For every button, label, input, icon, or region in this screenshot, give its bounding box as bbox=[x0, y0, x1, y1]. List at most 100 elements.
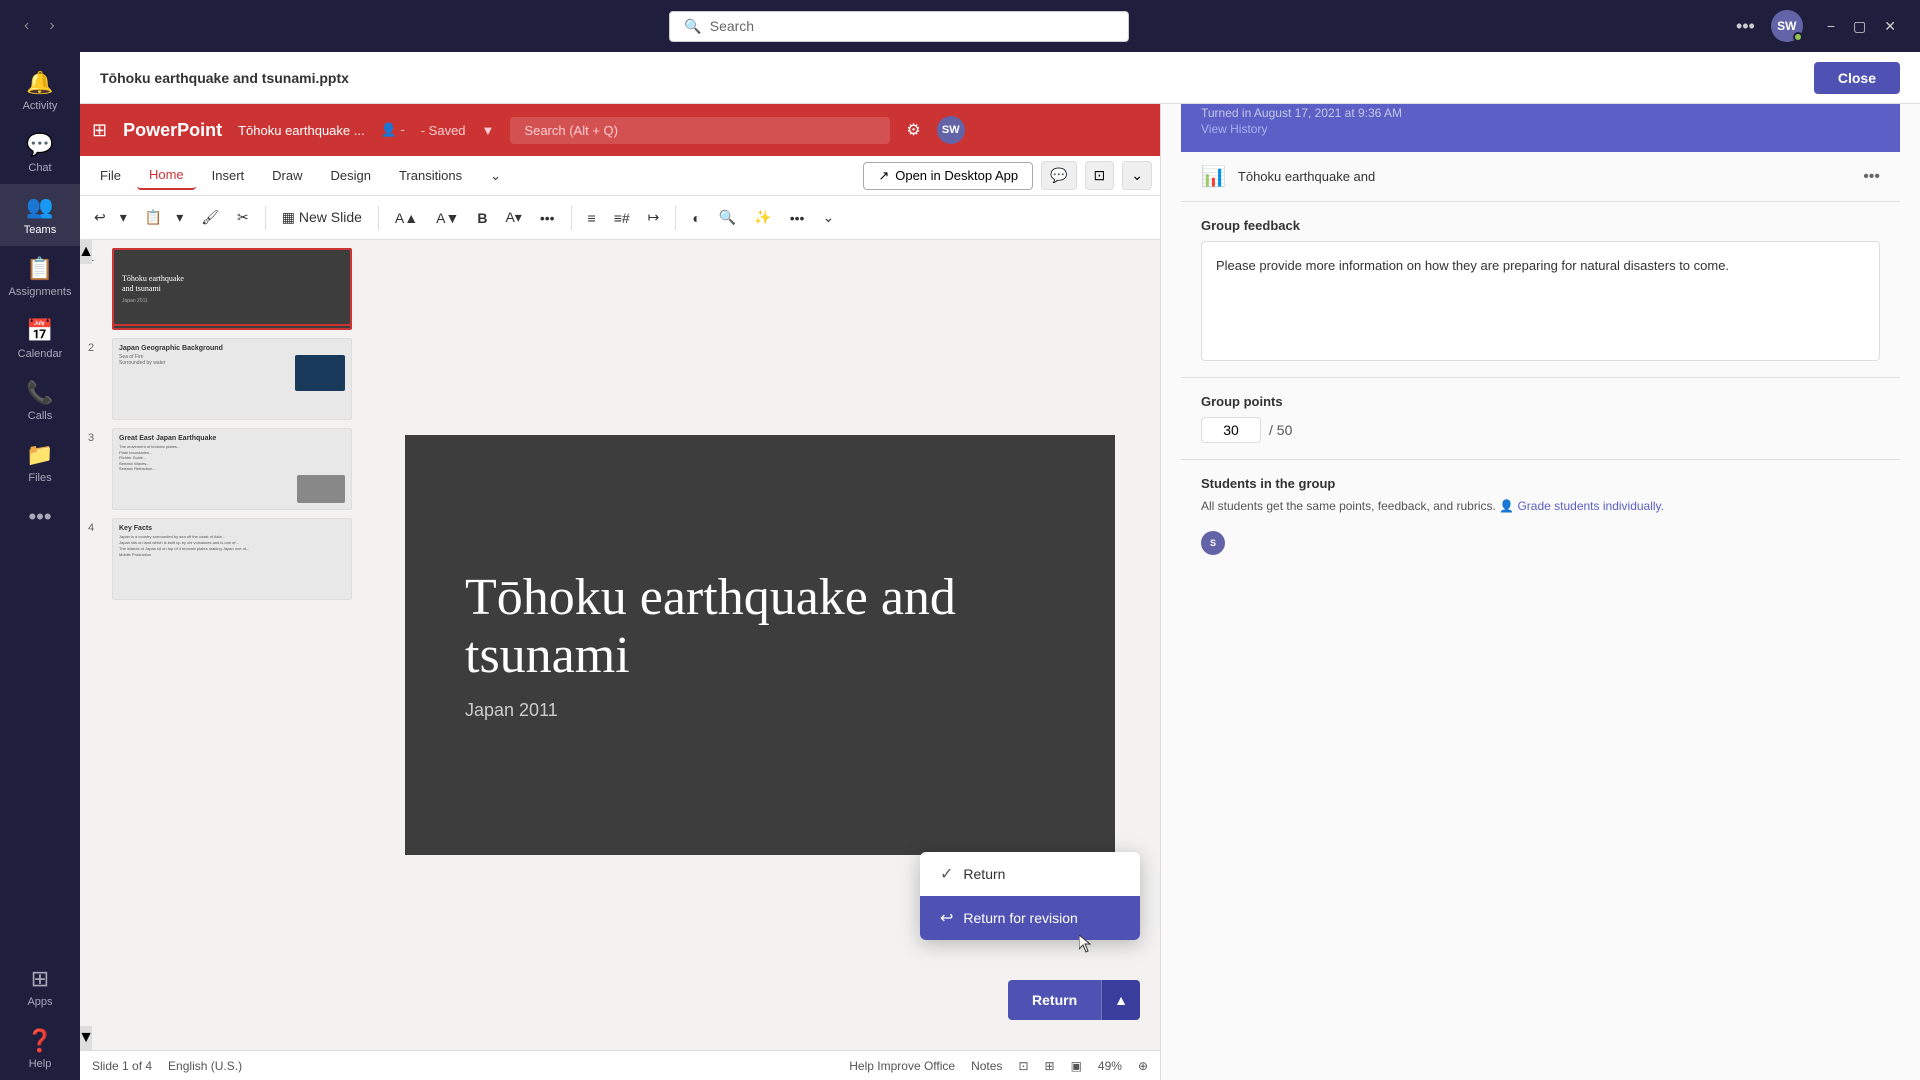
menu-transitions[interactable]: Transitions bbox=[387, 162, 474, 189]
slide-image[interactable]: Great East Japan Earthquake The movement… bbox=[112, 428, 352, 510]
students-info: All students get the same points, feedba… bbox=[1201, 499, 1496, 513]
paste-button[interactable]: 📋 bbox=[139, 205, 168, 230]
menu-home[interactable]: Home bbox=[137, 161, 196, 190]
window-controls: − ▢ ✕ bbox=[1819, 14, 1904, 39]
user-avatar[interactable]: SW bbox=[1771, 10, 1803, 42]
zoom-fit[interactable]: ⊕ bbox=[1138, 1059, 1148, 1073]
search-bar[interactable]: 🔍 Search bbox=[669, 11, 1129, 42]
slide-thumb-3[interactable]: 3 Great East Japan Earthquake The moveme… bbox=[88, 428, 352, 510]
return-main-button[interactable]: Return bbox=[1008, 980, 1101, 1020]
menu-insert[interactable]: Insert bbox=[200, 162, 257, 189]
bold-button[interactable]: B bbox=[471, 206, 493, 230]
view-history-link[interactable]: View History bbox=[1201, 122, 1267, 136]
view-normal[interactable]: ⊡ bbox=[1018, 1059, 1028, 1073]
numbered-list[interactable]: ≡# bbox=[608, 206, 636, 230]
files-icon: 📁 bbox=[26, 442, 53, 468]
menu-draw[interactable]: Draw bbox=[260, 162, 314, 189]
more-options-icon[interactable]: ••• bbox=[1736, 16, 1755, 37]
dropdown-item-return-revision[interactable]: ↩ Return for revision bbox=[920, 896, 1140, 940]
settings-icon[interactable]: ⚙ bbox=[906, 120, 920, 140]
close-button[interactable]: Close bbox=[1814, 62, 1900, 94]
menu-expand[interactable]: ⌄ bbox=[1122, 161, 1152, 190]
slide-thumb-1[interactable]: 1 Tōhoku earthquakeand tsunami Japan 201… bbox=[88, 248, 352, 330]
undo-button[interactable]: ↩ bbox=[88, 205, 112, 230]
slide-thumb-2[interactable]: 2 Japan Geographic Background Sea of Fir… bbox=[88, 338, 352, 420]
dropdown-arrow-icon[interactable]: ▼ bbox=[482, 123, 495, 138]
font-size-decrease[interactable]: A▼ bbox=[430, 206, 465, 230]
points-input[interactable] bbox=[1201, 417, 1261, 443]
sidebar-item-teams[interactable]: 👥 Teams bbox=[0, 184, 80, 246]
calls-icon: 📞 bbox=[26, 380, 53, 406]
sidebar-item-chat[interactable]: 💬 Chat bbox=[0, 122, 80, 184]
sidebar-item-activity[interactable]: 🔔 Activity bbox=[0, 60, 80, 122]
sidebar-item-calendar[interactable]: 📅 Calendar bbox=[0, 308, 80, 370]
menu-more[interactable]: ⌄ bbox=[478, 162, 513, 190]
sidebar-item-files[interactable]: 📁 Files bbox=[0, 432, 80, 494]
shape-fill[interactable]: ◐ bbox=[686, 206, 706, 230]
view-present[interactable]: ▣ bbox=[1071, 1059, 1082, 1073]
back-button[interactable]: ‹ bbox=[16, 13, 37, 39]
ppt-search-input[interactable] bbox=[510, 117, 890, 144]
grade-individually-link[interactable]: Grade students individually. bbox=[1517, 499, 1664, 513]
ppt-user-avatar[interactable]: SW bbox=[937, 116, 965, 144]
undo-dropdown[interactable]: ▾ bbox=[114, 205, 133, 230]
more-text[interactable]: ••• bbox=[534, 206, 561, 230]
rp-feedback-section: Group feedback Please provide more infor… bbox=[1181, 202, 1900, 378]
comment-button[interactable]: 💬 bbox=[1041, 161, 1076, 190]
file-more-button[interactable]: ••• bbox=[1863, 168, 1880, 186]
present-button[interactable]: ⊡ bbox=[1085, 161, 1115, 190]
indent[interactable]: ↦ bbox=[642, 205, 666, 230]
scroll-down-button[interactable]: ▼ bbox=[80, 1026, 92, 1050]
font-color[interactable]: A▾ bbox=[499, 205, 527, 230]
rp-feedback-label: Group feedback bbox=[1201, 218, 1880, 233]
rp-feedback-text[interactable]: Please provide more information on how t… bbox=[1201, 241, 1880, 361]
bullet-list[interactable]: ≡ bbox=[582, 206, 602, 230]
return-revision-icon: ↩ bbox=[940, 908, 953, 928]
return-dropdown-button[interactable]: ▲ bbox=[1101, 980, 1140, 1020]
sidebar-item-help[interactable]: ❓ Help bbox=[26, 1018, 53, 1080]
slides-panel: 1 Tōhoku earthquakeand tsunami Japan 201… bbox=[80, 240, 360, 1050]
menu-design[interactable]: Design bbox=[319, 162, 383, 189]
sidebar-bottom: ⊞ Apps ❓ Help bbox=[26, 956, 53, 1080]
slide-canvas[interactable]: Tōhoku earthquake and tsunami Japan 2011 bbox=[405, 435, 1115, 855]
rp-filename: Tōhoku earthquake and bbox=[1238, 169, 1375, 184]
sidebar-item-assignments[interactable]: 📋 Assignments bbox=[0, 246, 80, 308]
help-improve[interactable]: Help Improve Office bbox=[849, 1059, 955, 1073]
notes-button[interactable]: Notes bbox=[971, 1059, 1002, 1073]
scissors[interactable]: ✂ bbox=[231, 205, 255, 230]
toolbar: ↩ ▾ 📋 ▾ 🖌 ✂ ▦ New Slide A▲ A▼ B A▾ ••• ≡… bbox=[80, 196, 1160, 240]
more-toolbar[interactable]: ••• bbox=[784, 206, 811, 230]
toolbar-expand[interactable]: ⌄ bbox=[816, 205, 840, 230]
dropdown-item-label: Return bbox=[963, 866, 1005, 882]
close-button[interactable]: ✕ bbox=[1876, 14, 1904, 39]
minimize-button[interactable]: − bbox=[1819, 14, 1843, 39]
open-desktop-icon: ↗ bbox=[878, 168, 889, 184]
font-size-increase[interactable]: A▲ bbox=[389, 206, 424, 230]
slide-content-preview: Great East Japan Earthquake The movement… bbox=[113, 429, 351, 509]
sidebar-item-apps[interactable]: ⊞ Apps bbox=[26, 956, 53, 1018]
slide-image[interactable]: Japan Geographic Background Sea of FireS… bbox=[112, 338, 352, 420]
slide-image[interactable]: Tōhoku earthquakeand tsunami Japan 2011 bbox=[112, 248, 352, 330]
forward-button[interactable]: › bbox=[41, 13, 62, 39]
rp-students-text: All students get the same points, feedba… bbox=[1201, 497, 1880, 515]
grid-icon[interactable]: ⊞ bbox=[92, 120, 107, 141]
sidebar-item-more[interactable]: ••• bbox=[0, 494, 80, 540]
find[interactable]: 🔍 bbox=[713, 205, 742, 230]
maximize-button[interactable]: ▢ bbox=[1845, 14, 1874, 39]
slide-thumb-4[interactable]: 4 Key Facts Japan is a country surrounde… bbox=[88, 518, 352, 600]
open-desktop-button[interactable]: ↗ Open in Desktop App bbox=[863, 162, 1033, 190]
format-painter[interactable]: 🖌 bbox=[195, 205, 225, 230]
ppt-filename: Tōhoku earthquake ... bbox=[238, 123, 364, 138]
paste-dropdown[interactable]: ▾ bbox=[170, 205, 189, 230]
sidebar-item-calls[interactable]: 📞 Calls bbox=[0, 370, 80, 432]
view-grid[interactable]: ⊞ bbox=[1045, 1059, 1055, 1073]
magic[interactable]: ✨ bbox=[748, 205, 777, 230]
dropdown-item-return[interactable]: ✓ Return bbox=[920, 852, 1140, 896]
sidebar-item-label: Activity bbox=[23, 100, 58, 112]
slide-image[interactable]: Key Facts Japan is a country surrounded … bbox=[112, 518, 352, 600]
scroll-up-button[interactable]: ▲ bbox=[80, 240, 92, 264]
slide-title-preview: Tōhoku earthquakeand tsunami bbox=[122, 274, 184, 295]
sidebar-item-label: Teams bbox=[24, 224, 56, 236]
menu-file[interactable]: File bbox=[88, 162, 133, 189]
new-slide-button[interactable]: ▦ New Slide bbox=[276, 205, 368, 230]
